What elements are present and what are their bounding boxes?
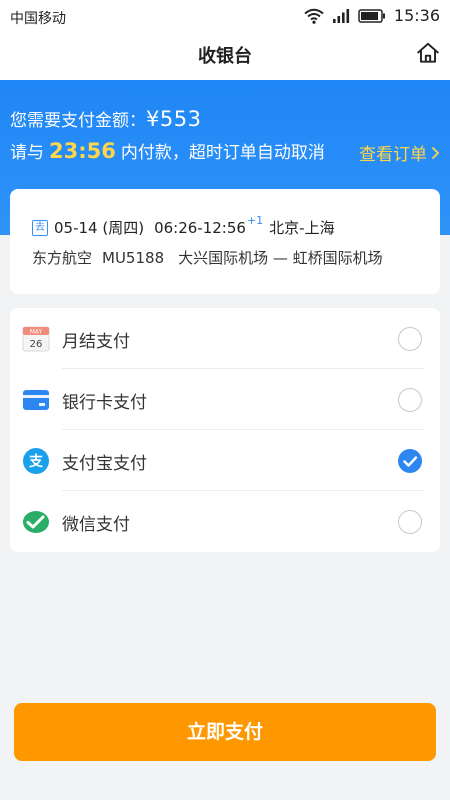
alipay-icon: 支	[23, 448, 49, 474]
radio-wechat[interactable]	[398, 510, 422, 534]
signal-icon	[332, 8, 349, 23]
view-order-label: 查看订单	[359, 145, 427, 165]
payment-label-bank-card: 银行卡支付	[62, 393, 147, 413]
amount-label: 您需要支付金额：	[10, 111, 146, 131]
chevron-right-icon	[431, 146, 440, 159]
airline-name: 东方航空	[32, 249, 93, 267]
radio-monthly[interactable]	[398, 327, 422, 351]
radio-alipay-checked[interactable]	[398, 449, 422, 473]
calendar-month: MAY	[30, 329, 43, 336]
flight-date: 05-14 (周四)	[54, 219, 145, 237]
timer-line: 请与 23:56 内付款，超时订单自动取消	[10, 138, 325, 163]
bank-card-icon	[23, 390, 49, 410]
clock: 15:36	[393, 6, 440, 25]
timer-prefix: 请与	[10, 143, 44, 163]
alipay-glyph: 支	[28, 453, 44, 470]
amount-value: ¥553	[146, 107, 202, 131]
payment-option-alipay[interactable]: 支 支付宝支付	[10, 430, 440, 491]
payment-label-wechat: 微信支付	[62, 515, 130, 535]
plus-day-badge: +1	[246, 214, 264, 227]
nav-bar: 收银台	[0, 36, 450, 80]
flight-number: MU5188	[102, 249, 165, 267]
outbound-tag: 去	[32, 219, 48, 236]
payment-label-alipay: 支付宝支付	[62, 454, 147, 474]
view-order-link[interactable]: 查看订单	[359, 140, 440, 165]
status-bar: 中国移动 15:36	[0, 0, 450, 36]
flight-time-range: 06:26-12:56	[154, 218, 246, 237]
calendar-icon: MAY 26	[22, 326, 50, 352]
payment-option-bank-card[interactable]: 银行卡支付	[10, 369, 440, 430]
airport-route: 大兴国际机场 — 虹桥国际机场	[178, 249, 383, 267]
amount-line: 您需要支付金额：¥553	[10, 106, 201, 131]
status-icons: 15:36	[304, 6, 440, 25]
countdown-timer: 23:56	[49, 139, 116, 163]
radio-bank-card[interactable]	[398, 388, 422, 412]
pay-now-button[interactable]: 立即支付	[14, 703, 436, 761]
battery-icon	[358, 8, 385, 23]
flight-details: 东方航空 MU5188 大兴国际机场 — 虹桥国际机场	[32, 247, 393, 268]
carrier-name: 中国移动	[10, 11, 66, 27]
payment-option-monthly[interactable]: MAY 26 月结支付	[10, 308, 440, 369]
flight-route: 北京-上海	[269, 219, 335, 237]
payment-label-monthly: 月结支付	[62, 332, 130, 352]
wifi-icon	[304, 8, 324, 24]
payment-option-wechat[interactable]: 微信支付	[10, 491, 440, 552]
calendar-day: 26	[30, 339, 43, 350]
wechat-icon	[23, 511, 49, 533]
page-title: 收银台	[198, 46, 252, 67]
flight-info-card: 去 05-14 (周四) 06:26-12:56 +1 北京-上海 东方航空 MU…	[10, 189, 440, 294]
checkmark-icon	[403, 456, 418, 467]
payment-methods-card: MAY 26 月结支付 银行卡支付 支 支付宝支付 微信支付	[10, 308, 440, 552]
timer-suffix: 内付款，超时订单自动取消	[120, 143, 325, 163]
flight-summary: 去 05-14 (周四) 06:26-12:56 +1 北京-上海	[32, 214, 335, 238]
home-icon[interactable]	[415, 40, 441, 66]
